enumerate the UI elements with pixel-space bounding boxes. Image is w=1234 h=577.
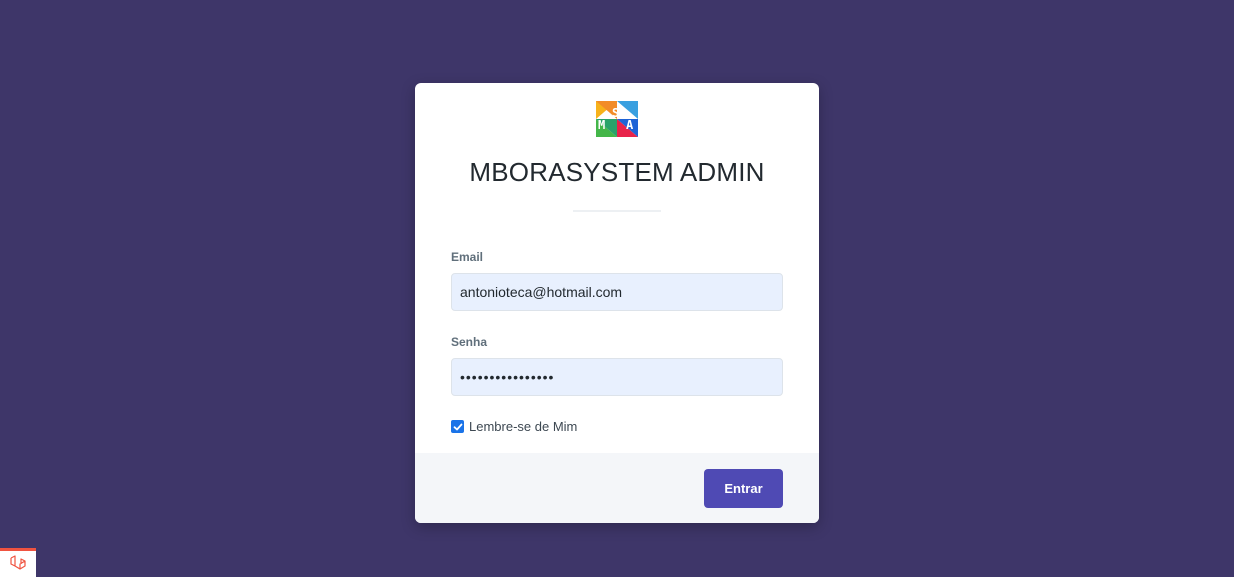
remember-me[interactable]: Lembre-se de Mim <box>451 419 577 434</box>
page-title: MBORASYSTEM ADMIN <box>469 157 765 187</box>
logo-letter-m: M <box>598 118 605 132</box>
password-field[interactable] <box>451 358 783 396</box>
card-footer: Entrar <box>415 453 819 523</box>
msa-logo: M S A <box>596 101 638 137</box>
laravel-badge[interactable] <box>0 548 36 577</box>
logo-letter-s: S <box>612 106 619 120</box>
password-label: Senha <box>451 335 488 349</box>
login-button[interactable]: Entrar <box>704 469 783 508</box>
check-icon <box>453 423 462 430</box>
logo-letter-a: A <box>626 118 634 132</box>
remember-label: Lembre-se de Mim <box>469 419 578 434</box>
email-label: Email <box>451 250 484 264</box>
laravel-icon <box>10 555 26 570</box>
login-card: M S A MBORASYSTEM ADMIN Email Senha Lemb… <box>415 83 819 523</box>
remember-checkbox[interactable] <box>451 420 464 433</box>
email-field[interactable] <box>451 273 783 311</box>
title-divider <box>573 210 661 212</box>
